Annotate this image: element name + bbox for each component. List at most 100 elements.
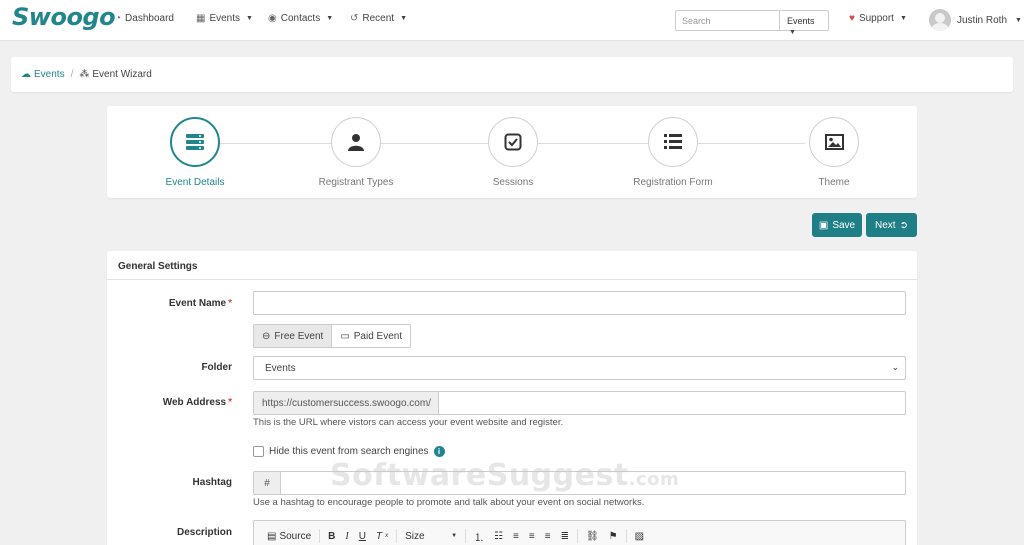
- wizard-step-label: Sessions: [492, 177, 534, 188]
- toolbar-separator: [576, 529, 578, 543]
- wizard-step-registration-form[interactable]: Registration Form: [603, 117, 743, 188]
- nav-dashboard-label: Dashboard: [125, 13, 174, 24]
- event-name-label-text: Event Name: [168, 298, 227, 309]
- save-button-label: Save: [832, 219, 856, 231]
- web-address-input[interactable]: [438, 391, 906, 415]
- breadcrumb-events-label: Events: [34, 69, 65, 80]
- nav-dashboard[interactable]: ◔ Dashboard: [115, 13, 174, 24]
- support-label: Support: [858, 13, 894, 24]
- user-icon: [331, 117, 381, 167]
- caret-down-icon: ▼: [451, 533, 458, 539]
- free-event-button[interactable]: ⊖ Free Event: [253, 324, 333, 348]
- watermark-text: SoftwareSuggest: [330, 458, 629, 493]
- paid-event-button[interactable]: ▭ Paid Event: [332, 324, 412, 348]
- breadcrumb-current: ⁂ Event Wizard: [79, 69, 151, 80]
- general-settings-panel: General Settings Event Name * ⊖ Free Even…: [107, 251, 917, 545]
- search-scope-select[interactable]: Events ▼: [779, 10, 829, 36]
- nav-contacts[interactable]: ◉ Contacts ▼: [268, 13, 333, 24]
- bold-icon[interactable]: B: [323, 531, 340, 542]
- web-address-help: This is the URL where vistors can access…: [253, 417, 564, 428]
- swoogo-logo[interactable]: Swoogo: [12, 3, 116, 31]
- wizard-step-event-details[interactable]: Event Details: [125, 117, 265, 188]
- caret-down-icon: ▼: [246, 15, 253, 22]
- nav-events[interactable]: ▦ Events ▼: [196, 13, 253, 24]
- hashtag-help: Use a hashtag to encourage people to pro…: [253, 497, 645, 508]
- search-scope-label: Events: [787, 16, 815, 26]
- wizard-step-theme[interactable]: Theme: [764, 117, 904, 188]
- toolbar-separator: [625, 529, 627, 543]
- web-address-label-text: Web Address: [162, 397, 227, 408]
- clear-format-icon[interactable]: Tx: [371, 531, 393, 542]
- hashtag-label: Hashtag: [192, 477, 232, 488]
- numbered-list-icon[interactable]: ⒈: [469, 529, 489, 544]
- required-marker: *: [228, 397, 232, 408]
- save-button[interactable]: ▣ Save: [812, 213, 862, 237]
- italic-icon[interactable]: I: [340, 531, 353, 542]
- section-title: General Settings: [107, 251, 917, 280]
- description-editor-toolbar: ▤ Source B I U Tx Size ▼ ⒈ ☷ ≡ ≡ ≡ ≣ ⛓ ⚑ ▨: [253, 520, 906, 545]
- history-icon: ↺: [350, 13, 359, 24]
- info-icon[interactable]: i: [433, 446, 445, 457]
- source-button[interactable]: ▤ Source: [262, 531, 316, 542]
- caret-down-icon: ▼: [326, 15, 334, 22]
- wizard-step-label: Registration Form: [633, 177, 713, 188]
- magic-wand-icon: ⁂: [79, 69, 90, 80]
- caret-down-icon: ▼: [1015, 16, 1022, 24]
- caret-down-icon: ▼: [789, 29, 796, 36]
- event-type-toggle: ⊖ Free Event ▭ Paid Event: [253, 324, 412, 348]
- breadcrumb-events[interactable]: ☁ Events: [21, 69, 65, 80]
- caret-down-icon: ▼: [899, 15, 907, 22]
- chevron-down-icon: ⌄: [891, 362, 899, 372]
- wizard-step-sessions[interactable]: Sessions: [443, 117, 583, 188]
- user-menu[interactable]: Justin Roth ▼: [929, 9, 1022, 31]
- wizard-step-registrant-types[interactable]: Registrant Types: [286, 117, 426, 188]
- wizard-steps: Event Details Registrant Types Sessions …: [107, 106, 917, 198]
- flag-icon[interactable]: ⚑: [604, 531, 623, 542]
- source-icon: ▤: [267, 530, 277, 542]
- support-menu[interactable]: ♥ Support ▼: [849, 13, 907, 24]
- event-name-input[interactable]: [253, 291, 906, 315]
- event-name-label: Event Name *: [107, 298, 232, 309]
- link-icon[interactable]: ⛓: [581, 531, 604, 542]
- next-button[interactable]: Next ➲: [866, 213, 917, 237]
- nav-recent[interactable]: ↺ Recent ▼: [350, 13, 407, 24]
- breadcrumb-separator: /: [70, 69, 74, 80]
- paid-event-label: Paid Event: [353, 330, 403, 342]
- align-right-icon[interactable]: ≡: [540, 531, 556, 542]
- underline-icon[interactable]: U: [354, 531, 371, 542]
- hashtag-prefix: #: [253, 471, 281, 495]
- search-input[interactable]: Search: [675, 10, 780, 31]
- toolbar-separator: [319, 529, 321, 543]
- breadcrumb-current-label: Event Wizard: [92, 69, 152, 80]
- folder-select[interactable]: Events ⌄: [253, 356, 906, 380]
- nav-contacts-label: Contacts: [280, 13, 321, 24]
- image-icon: [809, 117, 859, 167]
- money-icon: ▭: [340, 330, 350, 342]
- align-left-icon[interactable]: ≡: [508, 531, 524, 542]
- size-select[interactable]: Size ▼: [400, 531, 462, 542]
- description-label: Description: [176, 527, 232, 538]
- justify-icon[interactable]: ≣: [556, 531, 574, 542]
- toolbar-separator: [465, 529, 467, 543]
- heart-icon: ♥: [849, 13, 855, 24]
- folder-select-value: Events: [265, 363, 296, 374]
- avatar: [929, 9, 951, 31]
- toolbar-separator: [396, 529, 398, 543]
- bullet-list-icon[interactable]: ☷: [489, 531, 508, 542]
- cloud-icon: ☁: [21, 69, 31, 80]
- server-icon: [170, 117, 220, 167]
- wizard-step-label: Registrant Types: [318, 177, 394, 188]
- user-name: Justin Roth: [957, 14, 1008, 26]
- hide-search-checkbox[interactable]: [253, 446, 264, 457]
- next-button-label: Next: [875, 219, 896, 231]
- contact-icon: ◉: [268, 13, 277, 24]
- calendar-icon: ▦: [196, 13, 206, 24]
- nav-events-label: Events: [209, 13, 241, 24]
- web-address-label: Web Address *: [107, 397, 232, 408]
- insert-image-icon[interactable]: ▨: [630, 531, 649, 542]
- source-label: Source: [279, 530, 312, 542]
- align-center-icon[interactable]: ≡: [524, 531, 540, 542]
- free-icon: ⊖: [262, 330, 271, 342]
- nav-recent-label: Recent: [362, 13, 395, 24]
- arrow-circle-right-icon: ➲: [899, 219, 908, 231]
